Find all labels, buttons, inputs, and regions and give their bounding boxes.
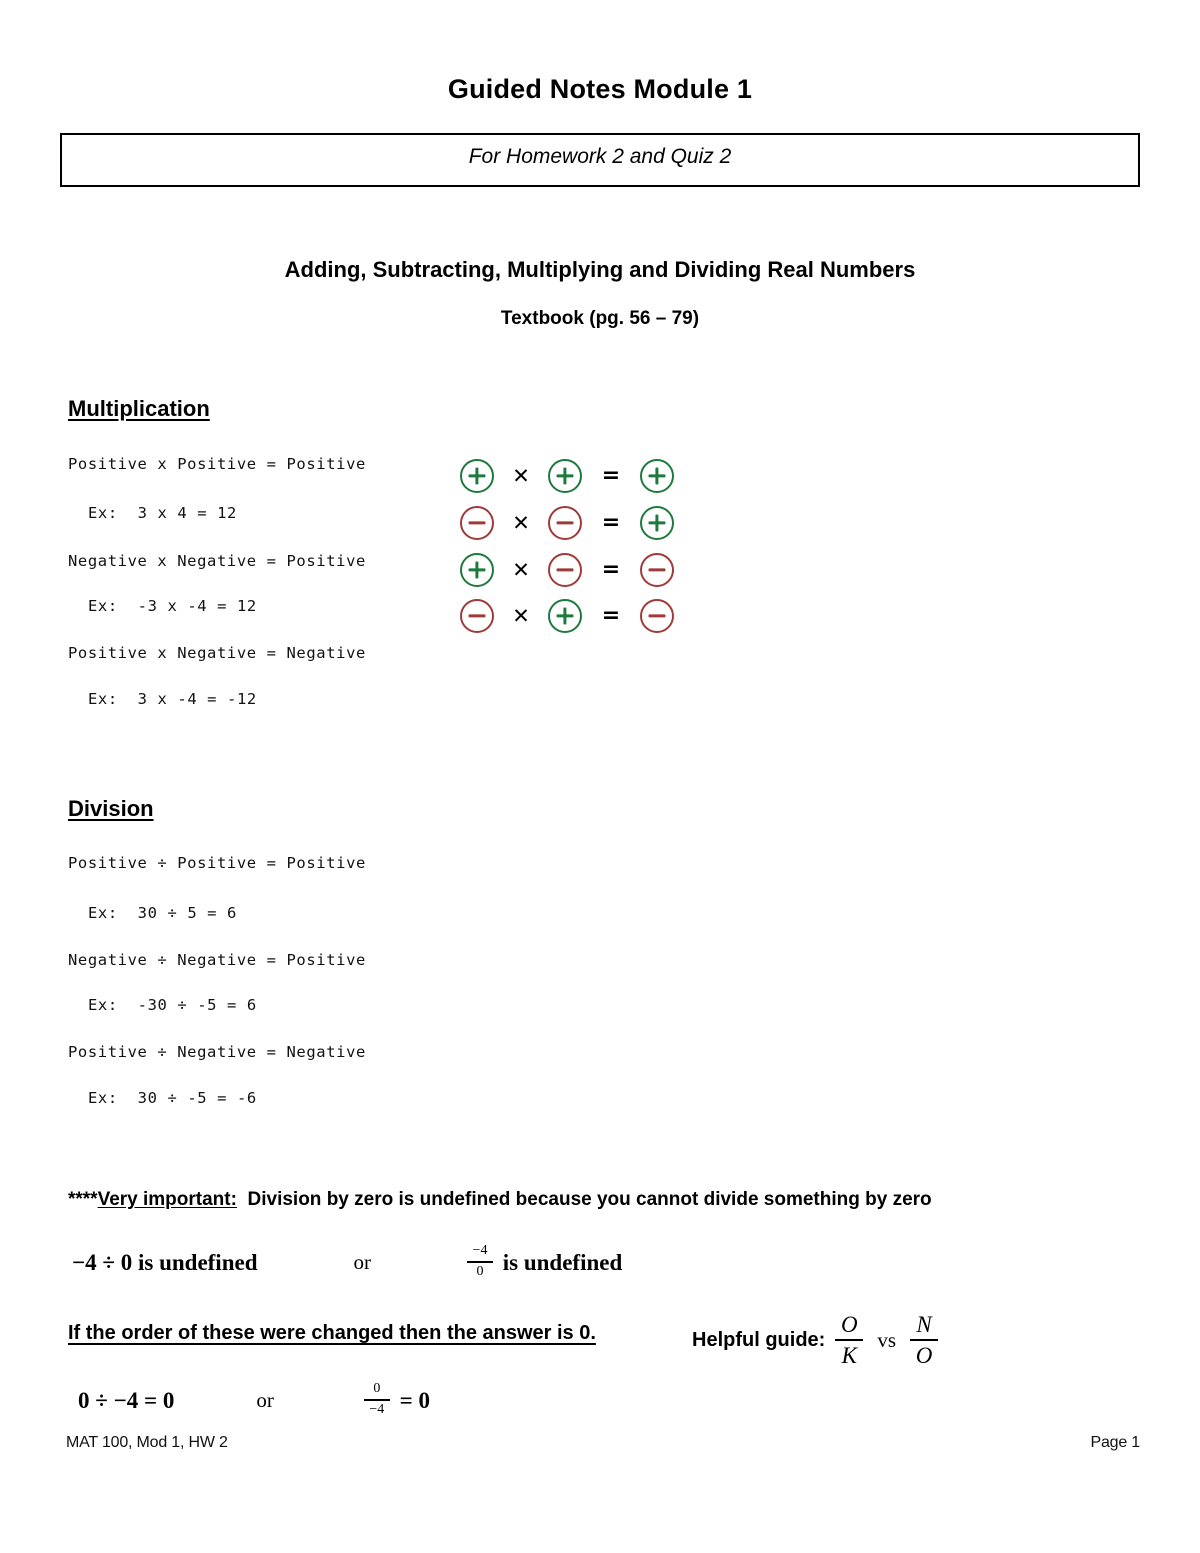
footer-page-number: Page 1 — [1090, 1434, 1140, 1451]
times-operator: ✕ — [512, 603, 530, 628]
div-example-1: Ex: 30 ÷ 5 = 6 — [88, 904, 237, 922]
undefined-expression-left: −4 ÷ 0 is undefined — [72, 1249, 258, 1275]
minus-circle-icon — [548, 553, 582, 587]
sign-row: ✕ = — [460, 596, 710, 636]
sign-rules-diagram: ✕ = ✕ = ✕ = ✕ = — [460, 452, 710, 652]
fraction-n-over-o: N O — [910, 1312, 939, 1369]
plus-circle-icon — [548, 459, 582, 493]
div-rule-2: Negative ÷ Negative = Positive — [68, 951, 366, 969]
important-underlined-label: Very important: — [97, 1189, 237, 1210]
fraction-numerator: N — [916, 1312, 932, 1337]
fraction-numerator: −4 — [472, 1243, 488, 1258]
plus-circle-icon — [640, 506, 674, 540]
fraction-bar — [910, 1339, 939, 1342]
equals-operator: = — [601, 463, 621, 488]
or-connector: or — [353, 1250, 372, 1275]
fraction-numerator: O — [841, 1312, 858, 1337]
section-heading-multiplication: Multiplication — [68, 396, 210, 421]
helpful-guide: Helpful guide: O K vs N O — [692, 1313, 948, 1367]
fraction-o-over-k: O K — [835, 1312, 864, 1369]
minus-circle-icon — [548, 506, 582, 540]
fraction-neg4-over-0: −4 0 — [467, 1243, 493, 1281]
minus-circle-icon — [640, 599, 674, 633]
div-example-3: Ex: 30 ÷ -5 = -6 — [88, 1089, 257, 1107]
equals-operator: = — [601, 603, 621, 628]
or-connector: or — [256, 1388, 274, 1413]
zero-expression-tail: = 0 — [393, 1387, 430, 1413]
fraction-denominator: 0 — [476, 1263, 484, 1279]
helpful-guide-label: Helpful guide: — [692, 1328, 826, 1351]
sign-row: ✕ = — [460, 550, 710, 590]
plus-circle-icon — [460, 553, 494, 587]
textbook-reference: Textbook (pg. 56 – 79) — [500, 308, 700, 329]
mult-example-3: Ex: 3 x -4 = -12 — [88, 690, 257, 708]
versus-label: vs — [877, 1327, 897, 1352]
important-note: ****Very important: Division by zero is … — [68, 1189, 932, 1211]
footer-course-label: MAT 100, Mod 1, HW 2 — [66, 1434, 228, 1451]
minus-circle-icon — [640, 553, 674, 587]
fraction-bar — [363, 1398, 390, 1401]
mult-example-1: Ex: 3 x 4 = 12 — [88, 504, 237, 522]
mult-rule-3: Positive x Negative = Negative — [68, 644, 366, 662]
sign-row: ✕ = — [460, 456, 710, 496]
fraction-0-over-neg4: 0 −4 — [363, 1381, 390, 1419]
document-page: Guided Notes Module 1 For Homework 2 and… — [0, 0, 1200, 1553]
subtitle-box: For Homework 2 and Quiz 2 — [60, 133, 1140, 187]
fraction-denominator: −4 — [369, 1401, 385, 1417]
plus-circle-icon — [548, 599, 582, 633]
fraction-bar — [835, 1339, 864, 1342]
fraction-denominator: K — [841, 1343, 857, 1369]
times-operator: ✕ — [512, 463, 530, 488]
page-title: Guided Notes Module 1 — [447, 74, 753, 104]
minus-circle-icon — [460, 599, 494, 633]
undefined-expression-row: −4 ÷ 0 is undefined or −4 0 is undefined — [72, 1243, 623, 1282]
div-rule-3: Positive ÷ Negative = Negative — [68, 1043, 366, 1061]
topic-heading: Adding, Subtracting, Multiplying and Div… — [284, 257, 916, 282]
sign-row: ✕ = — [460, 503, 710, 543]
important-statement: Division by zero is undefined because yo… — [236, 1189, 932, 1210]
minus-circle-icon — [460, 506, 494, 540]
equals-operator: = — [601, 510, 621, 535]
plus-circle-icon — [460, 459, 494, 493]
mult-example-2: Ex: -3 x -4 = 12 — [88, 597, 257, 615]
fraction-bar — [467, 1260, 493, 1263]
times-operator: ✕ — [512, 510, 530, 535]
times-operator: ✕ — [512, 557, 530, 582]
fraction-numerator: 0 — [373, 1381, 381, 1396]
order-statement: If the order of these were changed then … — [68, 1322, 596, 1344]
plus-circle-icon — [640, 459, 674, 493]
zero-expression-row: 0 ÷ −4 = 0 or 0 −4 = 0 — [78, 1381, 430, 1420]
mult-rule-2: Negative x Negative = Positive — [68, 552, 366, 570]
mult-rule-1: Positive x Positive = Positive — [68, 455, 366, 473]
section-heading-division: Division — [68, 796, 154, 821]
div-example-2: Ex: -30 ÷ -5 = 6 — [88, 996, 257, 1014]
zero-expression-left: 0 ÷ −4 = 0 — [78, 1387, 175, 1413]
fraction-denominator: O — [915, 1343, 933, 1369]
subtitle-text: For Homework 2 and Quiz 2 — [468, 145, 732, 168]
important-stars: **** — [68, 1189, 98, 1210]
equals-operator: = — [601, 557, 621, 582]
undefined-expression-tail: is undefined — [497, 1249, 623, 1275]
div-rule-1: Positive ÷ Positive = Positive — [68, 854, 366, 872]
